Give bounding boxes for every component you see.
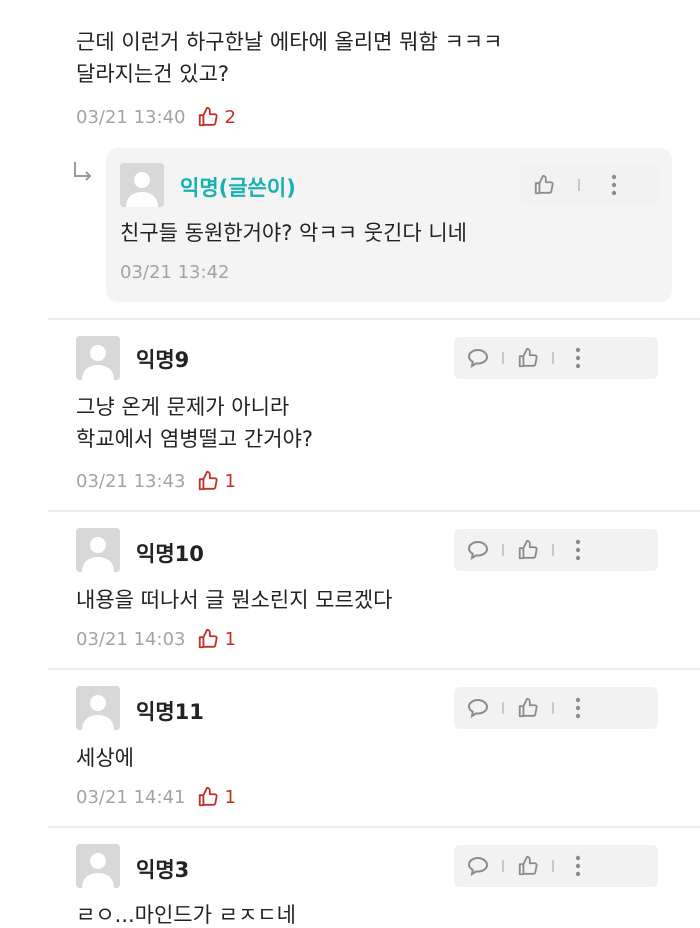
author-name[interactable]: 익명10: [136, 538, 204, 568]
speech-bubble-icon: [467, 698, 489, 718]
reply-button[interactable]: [454, 529, 502, 571]
comment-meta: 03/21 14:03 1: [76, 628, 236, 650]
more-vertical-icon: [611, 174, 617, 196]
more-vertical-icon: [575, 697, 581, 719]
like-count: 1: [197, 470, 236, 492]
thumbs-up-icon: [199, 470, 219, 491]
like-button[interactable]: [504, 337, 552, 379]
author-name[interactable]: 익명9: [136, 344, 189, 374]
like-count: 1: [197, 628, 236, 650]
comment-meta: 03/21 13:40 2: [76, 106, 236, 128]
avatar: [76, 528, 120, 572]
author-name[interactable]: 익명3: [136, 854, 189, 884]
more-button[interactable]: [590, 164, 638, 206]
user-silhouette-icon: [76, 528, 120, 572]
comment-time: 03/21 14:03: [76, 628, 186, 650]
user-silhouette-icon: [76, 686, 120, 730]
comment-time: 03/21 13:42: [120, 262, 230, 283]
comment-actions: [454, 337, 658, 379]
thumbs-up-icon: [199, 786, 219, 807]
divider: [48, 510, 700, 512]
avatar: [120, 163, 164, 207]
more-vertical-icon: [575, 539, 581, 561]
author-name[interactable]: 익명11: [136, 696, 204, 726]
reply-button[interactable]: [454, 337, 502, 379]
comment-text: 세상에: [76, 746, 134, 770]
divider: [48, 318, 700, 320]
like-button[interactable]: [504, 687, 552, 729]
comment-actions: [520, 164, 658, 206]
user-silhouette-icon: [76, 844, 120, 888]
more-button[interactable]: [554, 687, 602, 729]
thumbs-up-icon: [534, 174, 554, 195]
comment-actions: [454, 529, 658, 571]
thumbs-up-icon: [518, 855, 538, 876]
comment-text: 내용을 떠나서 글 뭔소린지 모르겠다: [76, 588, 393, 612]
reply-button[interactable]: [454, 687, 502, 729]
comment-meta: 03/21 13:43 1: [76, 470, 236, 492]
comment-text: 그냥 온게 문제가 아니라 학교에서 염병떨고 간거야?: [76, 395, 314, 451]
speech-bubble-icon: [467, 540, 489, 560]
thumbs-up-icon: [199, 106, 219, 127]
like-button[interactable]: [520, 164, 568, 206]
more-button[interactable]: [554, 529, 602, 571]
comment-time: 03/21 13:43: [76, 470, 186, 492]
user-silhouette-icon: [76, 336, 120, 380]
comment-actions: [454, 845, 658, 887]
comment-text: ㄹㅇ...마인드가 ㄹㅈㄷ네: [76, 903, 296, 927]
like-count: 1: [197, 786, 236, 808]
avatar: [76, 844, 120, 888]
comment-text: 친구들 동원한거야? 악ㅋㅋ 웃긴다 니네: [120, 221, 467, 245]
comment-meta: 03/21 14:41 1: [76, 786, 236, 808]
reply-button[interactable]: [454, 845, 502, 887]
like-button[interactable]: [504, 845, 552, 887]
more-button[interactable]: [554, 845, 602, 887]
reply-comment: 익명(글쓴이) 친구들 동원한거야? 악ㅋㅋ 웃긴다 니네 03/21 13:4…: [106, 148, 672, 302]
author-name[interactable]: 익명(글쓴이): [180, 172, 296, 202]
action-divider: [578, 179, 580, 191]
like-count: 2: [197, 106, 236, 128]
speech-bubble-icon: [467, 348, 489, 368]
user-silhouette-icon: [120, 163, 164, 207]
avatar: [76, 686, 120, 730]
thumbs-up-icon: [518, 347, 538, 368]
comment-meta: 03/21 13:42: [120, 262, 229, 283]
comment-time: 03/21 13:40: [76, 106, 186, 128]
comment-time: 03/21 14:41: [76, 786, 186, 808]
thumbs-up-icon: [518, 539, 538, 560]
more-button[interactable]: [554, 337, 602, 379]
reply-arrow-icon: [74, 162, 92, 181]
divider: [48, 668, 700, 670]
comment-text: 근데 이런거 하구한날 에타에 올리면 뭐함 ㅋㅋㅋ 달라지는건 있고?: [76, 30, 503, 86]
more-vertical-icon: [575, 347, 581, 369]
speech-bubble-icon: [467, 856, 489, 876]
like-button[interactable]: [504, 529, 552, 571]
divider: [48, 826, 700, 828]
thumbs-up-icon: [518, 697, 538, 718]
avatar: [76, 336, 120, 380]
thumbs-up-icon: [199, 628, 219, 649]
more-vertical-icon: [575, 855, 581, 877]
comment-actions: [454, 687, 658, 729]
